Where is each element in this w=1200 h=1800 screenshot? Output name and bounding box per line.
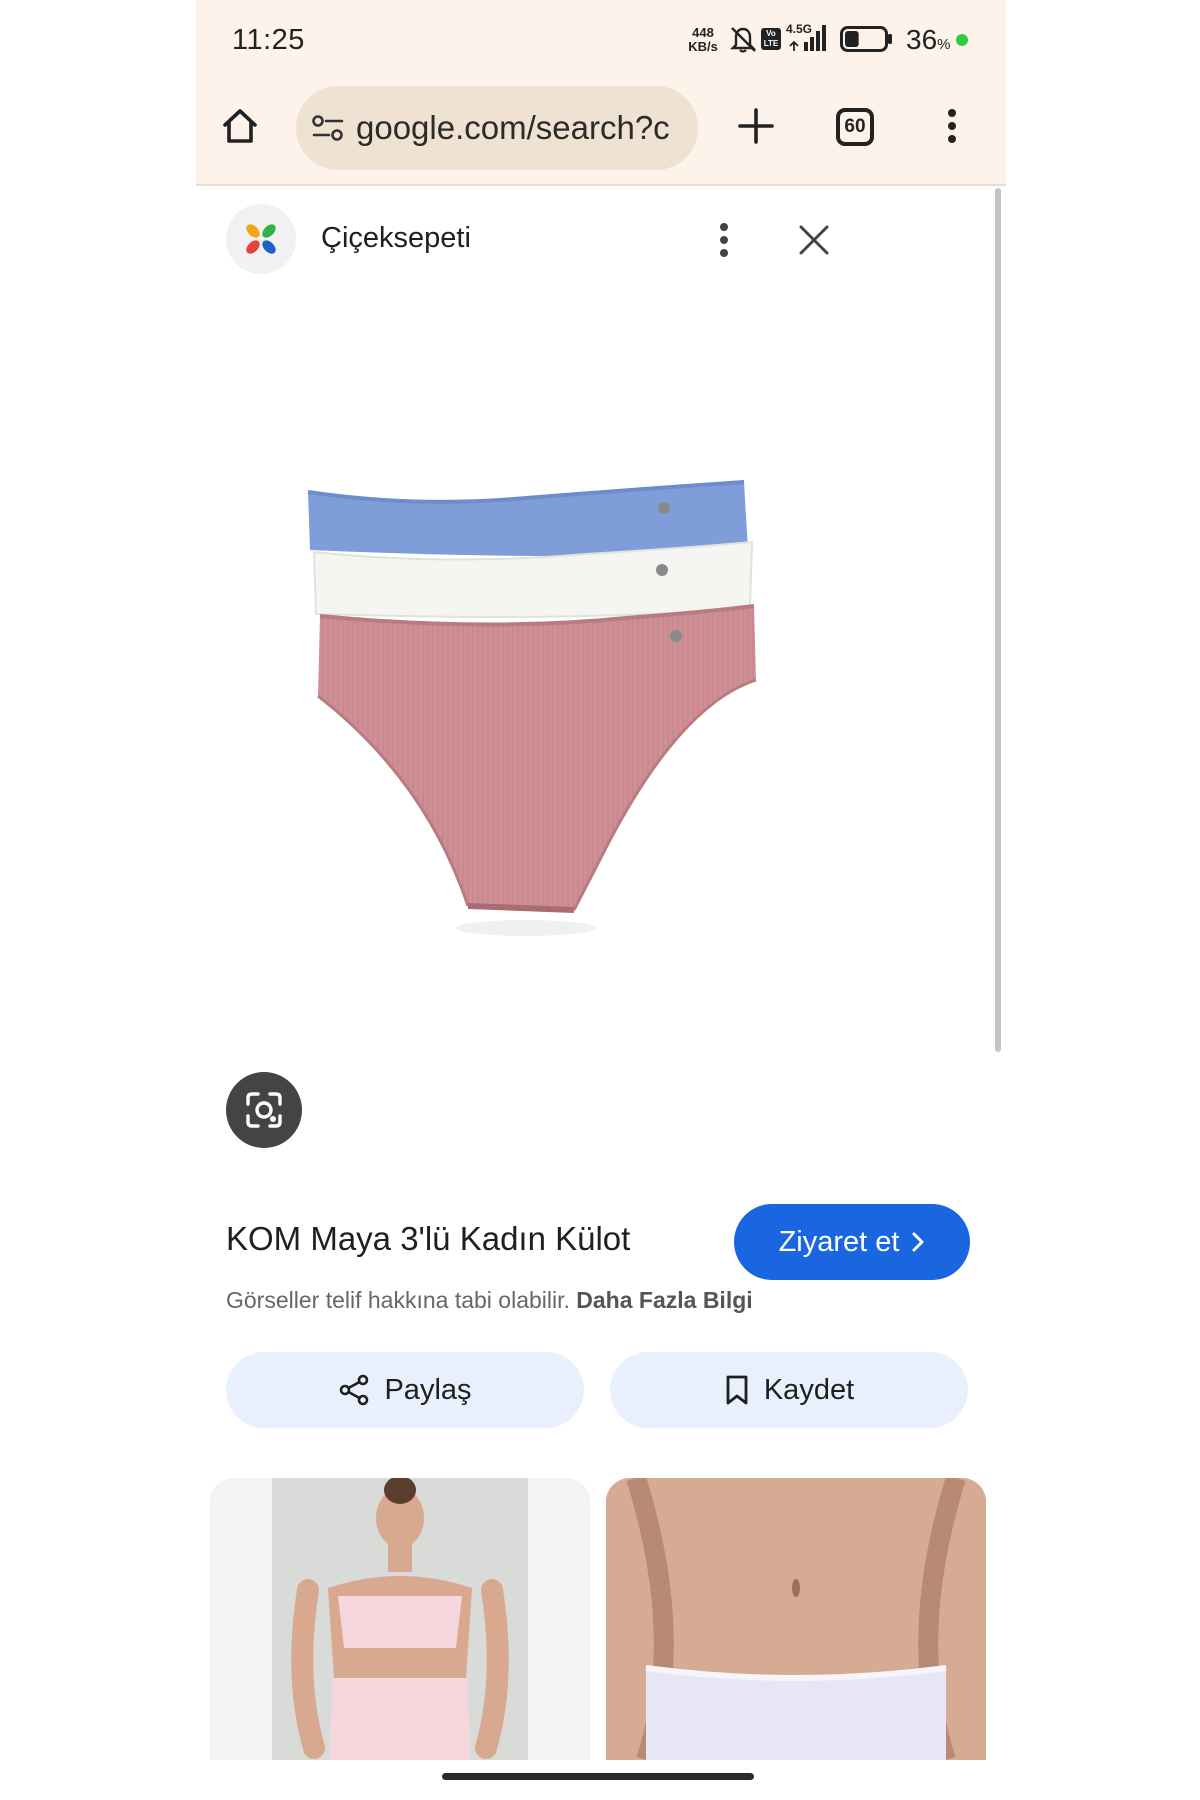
signal-strength-icon	[789, 25, 826, 51]
address-bar[interactable]: google.com/search?c	[296, 86, 698, 170]
source-logo[interactable]	[226, 204, 296, 274]
page-scrollbar[interactable]	[995, 188, 1001, 1052]
more-vert-icon	[948, 109, 956, 143]
viewer-more-button[interactable]	[702, 218, 746, 262]
share-icon	[340, 1374, 369, 1406]
visit-button-label: Ziyaret et	[778, 1225, 900, 1258]
browser-toolbar: google.com/search?c 60	[196, 80, 1006, 186]
product-image[interactable]	[286, 450, 846, 1030]
battery-percentage-unit: %	[937, 36, 951, 53]
more-info-link[interactable]: Daha Fazla Bilgi	[576, 1287, 752, 1313]
flower-logo-icon	[246, 224, 276, 254]
close-viewer-button[interactable]	[792, 218, 836, 262]
battery-icon	[840, 26, 892, 52]
source-header: Çiçeksepeti	[196, 188, 996, 288]
site-settings-icon[interactable]	[312, 114, 344, 142]
new-tab-button[interactable]	[728, 98, 784, 154]
url-text: google.com/search?c	[356, 109, 670, 146]
phone-screen: 11:25 448 KB/s Vo LTE 4.5G 36% google.co…	[196, 0, 1006, 1800]
related-result-card[interactable]	[606, 1478, 986, 1760]
tab-switcher-button[interactable]: 60	[836, 108, 874, 146]
blue-brief	[308, 482, 748, 556]
save-button[interactable]: Kaydet	[610, 1352, 968, 1428]
product-title: KOM Maya 3'lü Kadın Külot	[226, 1220, 631, 1257]
source-name[interactable]: Çiçeksepeti	[321, 222, 471, 255]
save-button-label: Kaydet	[763, 1373, 855, 1406]
copyright-text: Görseller telif hakkına tabi olabilir.	[226, 1287, 570, 1313]
bell-off-icon	[730, 27, 756, 53]
chevron-right-icon	[912, 1232, 924, 1252]
close-icon	[799, 225, 829, 255]
related-result-card[interactable]	[210, 1478, 590, 1760]
privacy-indicator-dot	[956, 34, 968, 46]
visit-button[interactable]: Ziyaret et	[734, 1204, 970, 1280]
google-lens-button[interactable]	[226, 1072, 302, 1148]
lens-icon	[246, 1092, 282, 1128]
network-speed: 448 KB/s	[683, 26, 723, 54]
browser-menu-button[interactable]	[930, 98, 974, 154]
related-result-image	[210, 1478, 590, 1760]
home-button[interactable]	[212, 98, 268, 154]
status-time: 11:25	[232, 24, 305, 56]
related-result-image	[606, 1478, 986, 1760]
share-button[interactable]: Paylaş	[226, 1352, 584, 1428]
more-vert-icon	[720, 223, 728, 257]
battery-percentage: 36%	[906, 24, 951, 56]
share-button-label: Paylaş	[384, 1373, 472, 1406]
battery-percentage-value: 36	[906, 24, 938, 55]
network-speed-unit: KB/s	[688, 39, 718, 54]
home-icon	[223, 109, 257, 143]
volte-badge: Vo LTE	[761, 28, 781, 50]
status-bar: 11:25 448 KB/s Vo LTE 4.5G 36%	[196, 0, 1006, 80]
copyright-notice: Görseller telif hakkına tabi olabilir. D…	[226, 1287, 753, 1314]
plus-icon	[738, 108, 774, 144]
home-indicator[interactable]	[442, 1773, 754, 1780]
bookmark-icon	[726, 1375, 748, 1405]
network-speed-value: 448	[692, 25, 714, 40]
